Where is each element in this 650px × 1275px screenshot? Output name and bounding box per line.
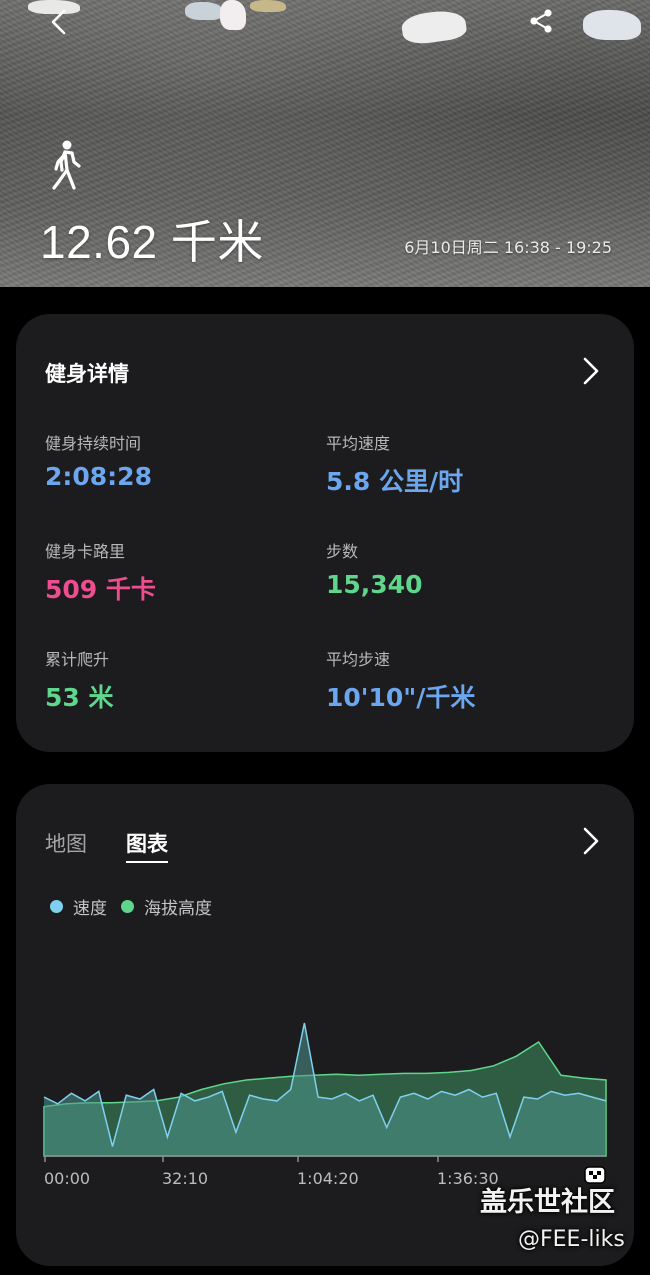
metric-value: 5.8 公里/时 (326, 467, 464, 496)
share-icon[interactable] (528, 8, 554, 34)
walking-icon (52, 140, 81, 190)
metric-value: 509 千卡 (45, 575, 156, 604)
metric-value: 10'10"/千米 (326, 683, 476, 712)
watermark-user: @FEE-liks (518, 1227, 625, 1252)
metric-value: 2:08:28 (45, 462, 152, 491)
metric-label: 平均速度 (326, 434, 391, 453)
metric-calories: 健身卡路里 509 千卡 (45, 538, 315, 606)
chevron-left-icon[interactable] (46, 8, 72, 36)
watermark-site: 盖乐世社区 (480, 1187, 615, 1218)
chevron-right-icon[interactable] (582, 356, 600, 386)
workout-hero-photo: 12.62 千米 6月10日周二 16:38 - 19:25 (0, 0, 650, 287)
metric-steps: 步数 15,340 (326, 538, 596, 599)
x-tick-label: 32:10 (162, 1169, 208, 1188)
details-card-title: 健身详情 (45, 362, 129, 386)
workout-details-card[interactable]: 健身详情 健身持续时间 2:08:28 平均速度 5.8 公里/时 健身卡路里 … (16, 314, 634, 752)
runner-shoe (250, 0, 286, 12)
metric-average-pace: 平均步速 10'10"/千米 (326, 646, 596, 714)
runner-shoe (583, 10, 641, 40)
metric-duration: 健身持续时间 2:08:28 (45, 430, 315, 491)
metric-label: 步数 (326, 542, 359, 561)
x-tick-label: 00:00 (44, 1169, 90, 1188)
runner-shoe (220, 0, 246, 30)
metric-average-speed: 平均速度 5.8 公里/时 (326, 430, 596, 498)
metric-label: 健身卡路里 (45, 542, 126, 561)
metric-value: 15,340 (326, 570, 423, 599)
metric-label: 累计爬升 (45, 650, 110, 669)
total-distance: 12.62 千米 (40, 216, 264, 268)
metric-label: 健身持续时间 (45, 434, 142, 453)
metric-value: 53 米 (45, 683, 114, 712)
metric-elevation-gain: 累计爬升 53 米 (45, 646, 315, 714)
metric-label: 平均步速 (326, 650, 391, 669)
workout-date-range: 6月10日周二 16:38 - 19:25 (404, 238, 612, 257)
x-tick-label: 1:04:20 (297, 1169, 359, 1188)
runner-shoe (185, 2, 223, 20)
